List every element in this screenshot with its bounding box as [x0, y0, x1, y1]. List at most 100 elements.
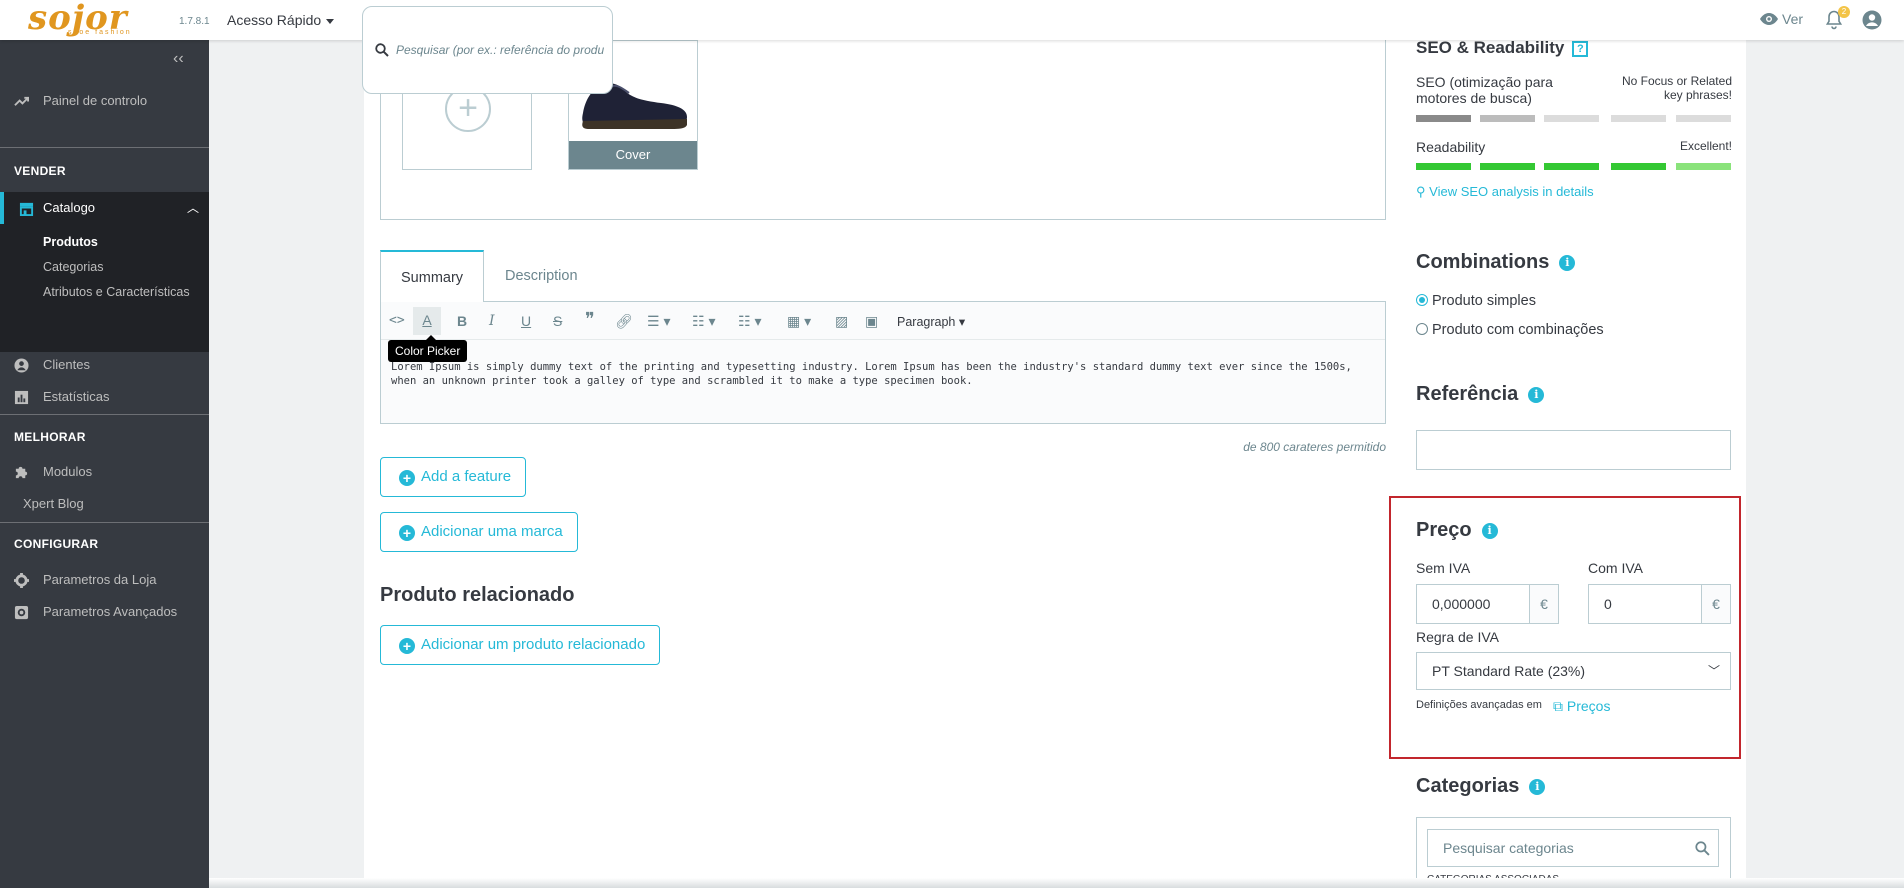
- image-icon[interactable]: ▨: [835, 313, 848, 330]
- reference-title: Referência: [1416, 383, 1519, 405]
- sidebar-item-stats[interactable]: Estatísticas: [0, 381, 209, 413]
- table-icon[interactable]: ▦ ▾: [787, 313, 811, 330]
- reference-heading: Referência i: [1416, 383, 1545, 406]
- plus-circle-icon: +: [399, 638, 415, 654]
- align-left-icon[interactable]: ☰ ▾: [647, 313, 670, 330]
- sidebar-item-label: Parametros da Loja: [43, 572, 157, 587]
- sidebar: ‹‹ Painel de controlo VENDER Catalogo ︿ …: [0, 40, 209, 888]
- chevron-down-icon: ﹀: [1707, 664, 1720, 678]
- add-brand-button[interactable]: + Adicionar uma marca: [380, 512, 578, 552]
- add-feature-label: Add a feature: [421, 468, 512, 485]
- read-bar-2: [1480, 163, 1535, 170]
- info-icon[interactable]: i: [1559, 254, 1576, 271]
- categories-search-input[interactable]: Pesquisar categorias: [1427, 829, 1719, 867]
- catalog-submenu: Produtos Categorias Atributos e Caracter…: [0, 224, 209, 352]
- source-code-icon[interactable]: <>: [389, 313, 405, 328]
- radio-product-with-combinations[interactable]: Produto com combinações: [1416, 322, 1604, 338]
- divider: [0, 414, 209, 415]
- sidebar-item-label: Modulos: [43, 464, 93, 479]
- radio-unselected-icon: [1416, 323, 1428, 335]
- info-icon[interactable]: i: [1481, 522, 1498, 539]
- add-related-product-button[interactable]: + Adicionar um produto relacionado: [380, 625, 661, 665]
- seo-bar-1: [1416, 115, 1471, 122]
- search-icon: [375, 43, 389, 57]
- chevron-up-icon: ︿: [186, 201, 199, 215]
- prices-link[interactable]: ⧉ Preços: [1553, 698, 1610, 715]
- radio-simple-product[interactable]: Produto simples: [1416, 293, 1536, 309]
- global-search-box[interactable]: Pesquisar (por ex.: referência do produt…: [362, 6, 613, 94]
- price-with-tax-label: Com IVA: [1588, 560, 1643, 576]
- strikethrough-icon[interactable]: S: [553, 313, 562, 329]
- view-shop-button[interactable]: Ver: [1760, 11, 1803, 27]
- info-icon[interactable]: i: [1528, 386, 1545, 403]
- categories-title: Categorias: [1416, 775, 1520, 797]
- tax-rule-select[interactable]: PT Standard Rate (23%) ﹀: [1416, 652, 1731, 690]
- search-icon: ⚲: [1416, 184, 1430, 199]
- submenu-categories[interactable]: Categorias: [43, 260, 103, 274]
- puzzle-icon: [15, 466, 28, 479]
- trending-up-icon: [14, 96, 29, 106]
- seo-status: No Focus or Related key phrases!: [1621, 74, 1732, 102]
- currency-addon: €: [1529, 584, 1559, 624]
- price-with-tax-input[interactable]: 0: [1588, 584, 1702, 624]
- sidebar-item-catalog[interactable]: Catalogo ︿: [0, 192, 209, 224]
- add-related-label: Adicionar um produto relacionado: [421, 636, 646, 653]
- numbered-list-icon[interactable]: ☷ ▾: [738, 313, 761, 330]
- quick-access-dropdown[interactable]: Acesso Rápido: [227, 12, 335, 28]
- tax-rule-label: Regra de IVA: [1416, 629, 1500, 645]
- caret-down-icon: [326, 18, 335, 24]
- seo-bar-3: [1544, 115, 1599, 122]
- sidebar-item-label: Parametros Avançados: [43, 604, 178, 619]
- sidebar-item-label: Estatísticas: [43, 389, 110, 404]
- blockquote-icon[interactable]: ❞: [585, 309, 595, 330]
- info-icon[interactable]: i: [1529, 778, 1546, 795]
- combinations-title: Combinations: [1416, 251, 1550, 273]
- sidebar-item-store-params[interactable]: Parametros da Loja: [0, 564, 209, 596]
- tab-description[interactable]: Description: [485, 250, 598, 303]
- view-label: Ver: [1782, 11, 1804, 27]
- help-icon[interactable]: ?: [1572, 40, 1589, 57]
- sidebar-item-clients[interactable]: Clientes: [0, 349, 209, 381]
- sidebar-item-label: Catalogo: [43, 200, 96, 215]
- user-menu-button[interactable]: [1862, 10, 1882, 35]
- paragraph-format-dropdown[interactable]: Paragraph ▾: [897, 314, 965, 329]
- submenu-attributes[interactable]: Atributos e Características: [43, 285, 190, 299]
- media-icon[interactable]: ▣: [865, 313, 878, 330]
- price-without-tax-input[interactable]: 0,000000: [1416, 584, 1530, 624]
- submenu-products[interactable]: Produtos: [43, 235, 98, 249]
- eye-icon: [1760, 13, 1778, 25]
- rich-text-editor: <> A B I U S ❞ 🔗︎ ☰ ▾ ☷ ▾ ☷ ▾ ▦ ▾ ▨ ▣ Pa…: [380, 302, 1386, 424]
- read-bar-1: [1416, 163, 1471, 170]
- store-icon: [19, 202, 34, 216]
- text-color-icon[interactable]: A: [413, 307, 441, 335]
- divider: [0, 522, 209, 523]
- view-seo-analysis-link[interactable]: ⚲ View SEO analysis in details: [1416, 184, 1594, 200]
- sidebar-item-xpert-blog[interactable]: Xpert Blog: [0, 488, 209, 520]
- radio-label: Produto com combinações: [1432, 322, 1604, 338]
- sidebar-item-modules[interactable]: Modulos: [0, 456, 209, 488]
- plus-circle-icon: +: [399, 470, 415, 486]
- bullet-list-icon[interactable]: ☷ ▾: [692, 313, 715, 330]
- seo-title: SEO & Readability: [1416, 38, 1565, 57]
- read-bar-3: [1544, 163, 1599, 170]
- add-feature-button[interactable]: + Add a feature: [380, 457, 527, 497]
- search-icon: [1695, 841, 1710, 856]
- notifications-button[interactable]: 2: [1825, 6, 1850, 35]
- add-brand-label: Adicionar uma marca: [421, 523, 563, 540]
- shop-logo[interactable]: sojor shoe fashion: [28, 0, 160, 38]
- reference-input[interactable]: [1416, 430, 1731, 470]
- underline-icon[interactable]: U: [521, 313, 531, 329]
- section-heading-improve: MELHORAR: [14, 430, 86, 444]
- search-input[interactable]: Pesquisar (por ex.: referência do produt…: [396, 43, 604, 57]
- sidebar-item-advanced-params[interactable]: Parametros Avançados: [0, 596, 209, 628]
- sidebar-item-dashboard[interactable]: Painel de controlo: [0, 85, 209, 117]
- editor-content[interactable]: Lorem Ipsum is simply dummy text of the …: [391, 360, 1376, 388]
- advanced-settings-text: Definições avançadas em: [1416, 699, 1542, 711]
- tax-rule-value: PT Standard Rate (23%): [1432, 663, 1586, 679]
- bold-icon[interactable]: B: [457, 313, 467, 329]
- italic-icon[interactable]: I: [489, 313, 495, 329]
- link-icon[interactable]: 🔗︎: [615, 313, 633, 330]
- tab-summary[interactable]: Summary: [380, 250, 485, 303]
- user-circle-icon: [14, 358, 29, 373]
- collapse-sidebar-icon[interactable]: ‹‹: [173, 50, 184, 68]
